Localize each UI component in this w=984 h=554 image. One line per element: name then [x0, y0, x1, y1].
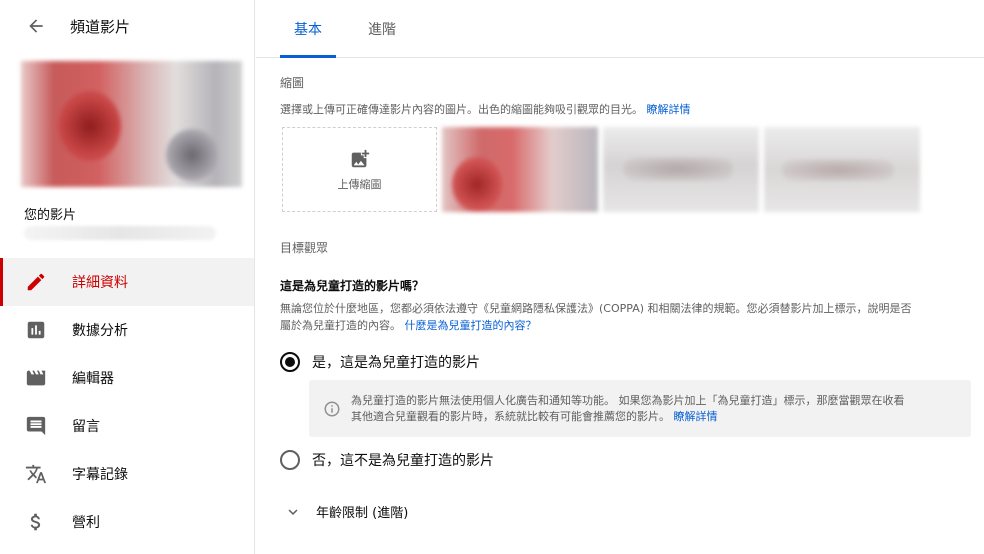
sidebar-item-label: 編輯器: [72, 371, 114, 387]
sidebar-header: 頻道影片: [0, 0, 254, 52]
tab-bar: 基本 進階: [256, 0, 984, 58]
auto-thumbnail-option-3[interactable]: [764, 127, 920, 212]
upload-thumbnail-label: 上傳縮圖: [337, 177, 382, 191]
arrow-back-icon: [29, 19, 43, 33]
analytics-icon: [24, 318, 48, 342]
back-button[interactable]: [24, 14, 48, 38]
clapperboard-icon: [24, 366, 48, 390]
upload-thumbnail-button[interactable]: 上傳縮圖: [282, 127, 437, 212]
radio-no[interactable]: [280, 450, 300, 470]
info-text-line-1: 為兒童打造的影片無法使用個人化廣告和通知等功能。 如果您為影片加上「為兒童打造」…: [351, 393, 905, 407]
age-restriction-label: 年齡限制 (進階): [316, 506, 409, 521]
option-yes-made-for-kids[interactable]: 是，這是為兒童打造的影片: [280, 352, 480, 372]
auto-thumbnail-option-2[interactable]: [603, 127, 759, 212]
option-no-not-made-for-kids[interactable]: 否，這不是為兒童打造的影片: [280, 450, 494, 470]
sidebar-nav: 詳細資料 數據分析 編輯器 留言 字幕記錄 營利: [0, 258, 254, 546]
info-text-line-2-row: 其他適合兒童觀看的影片時，系統就比較有可能會推薦您的影片。 瞭解詳情: [351, 409, 961, 425]
sidebar-item-monetization[interactable]: 營利: [0, 498, 254, 546]
thumbnail-options: 上傳縮圖: [282, 127, 920, 212]
sidebar-item-details[interactable]: 詳細資料: [0, 258, 254, 306]
sidebar-item-subtitles[interactable]: 字幕記錄: [0, 450, 254, 498]
made-for-kids-question: 這是為兒童打造的影片嗎？: [280, 279, 425, 293]
info-icon: [324, 401, 340, 416]
comment-icon: [24, 414, 48, 438]
thumbnail-description-text: 選擇或上傳可正確傳達影片內容的圖片。出色的縮圖能夠吸引觀眾的目光。: [280, 103, 643, 116]
your-video-label: 您的影片: [24, 208, 77, 223]
made-for-kids-info-box: 為兒童打造的影片無法使用個人化廣告和通知等功能。 如果您為影片加上「為兒童打造」…: [309, 380, 971, 437]
coppa-description-line-2: 屬於為兒童打造的內容。: [280, 319, 401, 332]
add-photo-icon: [351, 149, 369, 167]
info-text: 為兒童打造的影片無法使用個人化廣告和通知等功能。 如果您為影片加上「為兒童打造」…: [351, 393, 961, 425]
option-yes-label: 是，這是為兒童打造的影片: [312, 355, 480, 371]
chevron-down-icon: [288, 508, 298, 515]
sidebar-item-label: 詳細資料: [72, 275, 128, 291]
made-for-kids-info-link[interactable]: 什麼是為兒童打造的內容？: [405, 319, 537, 332]
age-restriction-expander[interactable]: 年齡限制 (進階): [284, 502, 408, 521]
audience-section-label: 目標觀眾: [280, 241, 329, 255]
radio-yes[interactable]: [280, 352, 300, 372]
coppa-description: 無論您位於什麼地區，您都必須依法遵守《兒童網路隱私保護法》(COPPA) 和相關…: [280, 300, 984, 334]
info-learn-more-link[interactable]: 瞭解詳情: [674, 410, 718, 423]
sidebar-item-label: 字幕記錄: [72, 467, 128, 483]
thumbnail-section-label: 縮圖: [280, 76, 305, 90]
coppa-description-line-2-row: 屬於為兒童打造的內容。 什麼是為兒童打造的內容？: [280, 317, 984, 334]
auto-thumbnail-option-1[interactable]: [442, 127, 598, 212]
video-thumbnail[interactable]: [21, 61, 242, 187]
dollar-icon: [24, 510, 48, 534]
sidebar-item-label: 營利: [72, 515, 100, 531]
pencil-icon: [24, 270, 48, 294]
tab-advanced[interactable]: 進階: [368, 0, 396, 57]
sidebar-item-label: 數據分析: [72, 323, 128, 339]
sidebar-item-comments[interactable]: 留言: [0, 402, 254, 450]
sidebar-item-editor[interactable]: 編輯器: [0, 354, 254, 402]
sidebar-item-label: 留言: [72, 419, 100, 435]
sidebar-item-analytics[interactable]: 數據分析: [0, 306, 254, 354]
thumbnail-description: 選擇或上傳可正確傳達影片內容的圖片。出色的縮圖能夠吸引觀眾的目光。 瞭解詳情: [280, 101, 691, 118]
translate-icon: [24, 462, 48, 486]
video-title-blurred[interactable]: [24, 226, 216, 240]
thumbnail-learn-more-link[interactable]: 瞭解詳情: [647, 103, 691, 116]
sidebar: 頻道影片 您的影片 詳細資料 數據分析 編輯器 留言 字幕記錄 營利: [0, 0, 255, 554]
info-text-line-2: 其他適合兒童觀看的影片時，系統就比較有可能會推薦您的影片。: [351, 409, 670, 423]
coppa-description-line-1: 無論您位於什麼地區，您都必須依法遵守《兒童網路隱私保護法》(COPPA) 和相關…: [280, 302, 912, 315]
sidebar-title: 頻道影片: [70, 17, 131, 36]
option-no-label: 否，這不是為兒童打造的影片: [312, 453, 494, 469]
main-content: 基本 進階 縮圖 選擇或上傳可正確傳達影片內容的圖片。出色的縮圖能夠吸引觀眾的目…: [256, 0, 984, 554]
tab-basic[interactable]: 基本: [280, 0, 336, 58]
